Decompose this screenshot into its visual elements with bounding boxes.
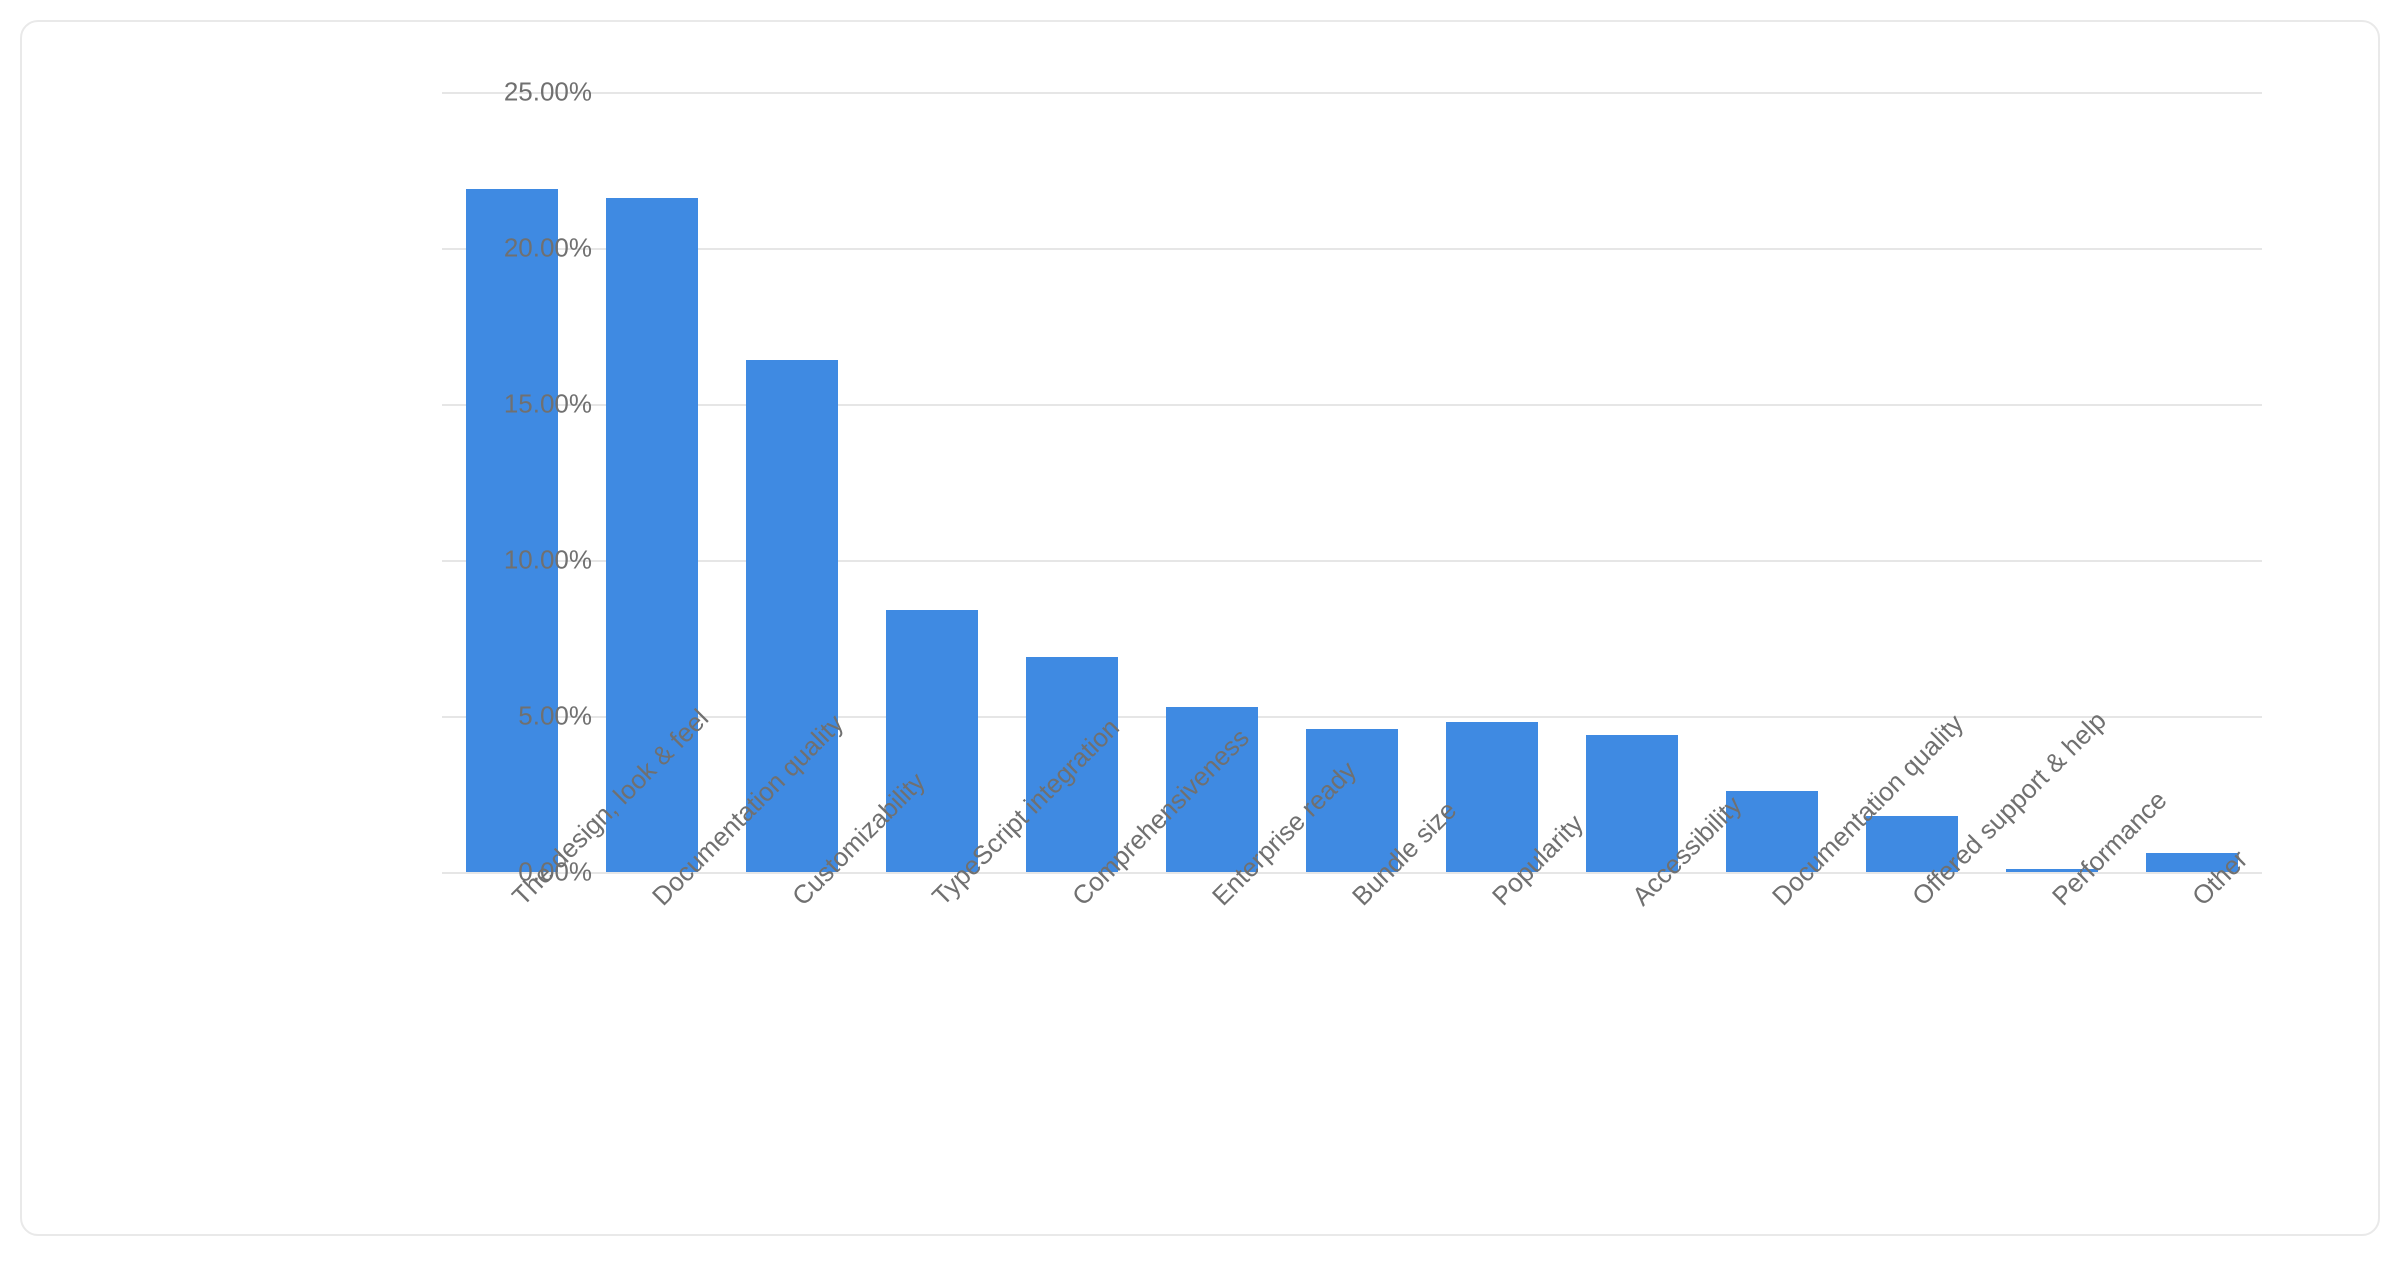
y-tick-label: 15.00% bbox=[292, 389, 592, 420]
bar-slot bbox=[1282, 92, 1422, 872]
y-tick-label: 5.00% bbox=[292, 701, 592, 732]
chart-plot: 0.00% 5.00% 10.00% 15.00% 20.00% 25.00% … bbox=[302, 92, 2282, 1182]
bar-slot bbox=[2122, 92, 2262, 872]
bar-slot bbox=[442, 92, 582, 872]
bar-slot bbox=[1562, 92, 1702, 872]
bar bbox=[1446, 722, 1538, 872]
bar-slot bbox=[1422, 92, 1562, 872]
y-tick-label: 20.00% bbox=[292, 233, 592, 264]
x-axis-labels: The design, look & feel Documentation qu… bbox=[442, 882, 2262, 1182]
bar bbox=[886, 610, 978, 872]
bar-slot bbox=[862, 92, 1002, 872]
chart-card: 0.00% 5.00% 10.00% 15.00% 20.00% 25.00% … bbox=[20, 20, 2380, 1236]
chart-bars bbox=[442, 92, 2262, 872]
y-tick-label: 10.00% bbox=[292, 545, 592, 576]
y-tick-label: 25.00% bbox=[292, 77, 592, 108]
gridline bbox=[442, 872, 2262, 874]
bar bbox=[466, 189, 558, 872]
chart-plot-area bbox=[442, 92, 2262, 874]
bar-slot bbox=[1702, 92, 1842, 872]
